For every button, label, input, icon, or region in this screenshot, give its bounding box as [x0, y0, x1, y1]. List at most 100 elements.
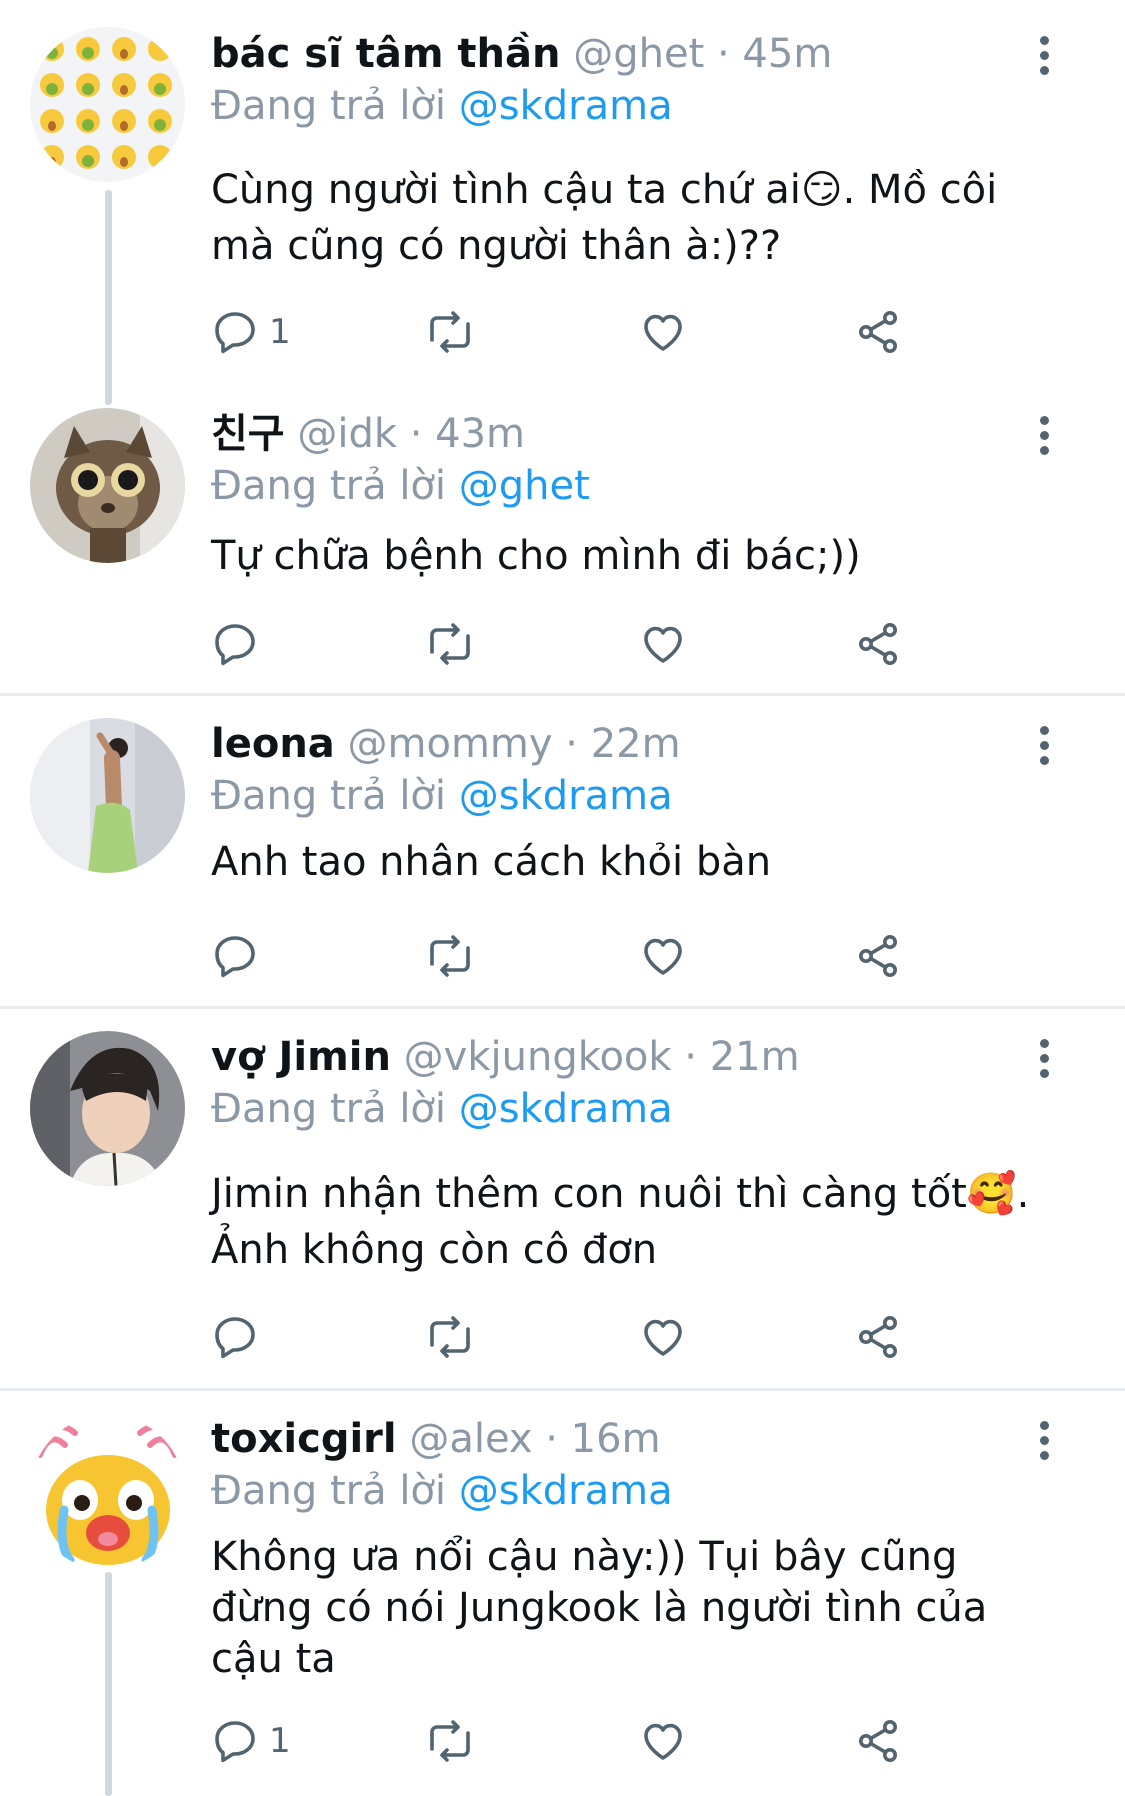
mention-link[interactable]: @ghet: [459, 463, 590, 509]
emoji-grid-avatar-icon: [30, 27, 185, 182]
like-button[interactable]: [639, 1711, 687, 1771]
cat-avatar-icon: [30, 408, 185, 563]
tweet-text: Tự chữa bệnh cho mình đi bác;)): [211, 528, 1051, 584]
replying-to: Đang trả lời @skdrama: [211, 1085, 673, 1133]
avatar[interactable]: [30, 27, 185, 182]
tweet-header: leona @mommy · 22m: [211, 720, 681, 768]
mention-link[interactable]: @skdrama: [459, 1086, 673, 1132]
tweet-text-line: Không ưa nổi cậu này:)) Tụi bây cũng: [211, 1534, 958, 1580]
share-button[interactable]: [854, 926, 902, 986]
timestamp[interactable]: · 21m: [684, 1034, 799, 1080]
like-button[interactable]: [639, 614, 687, 674]
tweet-header: vợ Jimin @vkjungkook · 21m: [211, 1033, 800, 1081]
retweet-button[interactable]: [424, 926, 476, 986]
username[interactable]: @mommy: [348, 721, 553, 767]
timestamp[interactable]: · 43m: [410, 411, 525, 457]
timestamp[interactable]: · 45m: [717, 31, 832, 77]
mention-link[interactable]: @skdrama: [459, 83, 673, 129]
share-button[interactable]: [854, 1307, 902, 1367]
like-button[interactable]: [639, 926, 687, 986]
retweet-icon: [430, 623, 470, 665]
heart-icon: [644, 314, 682, 351]
action-bar: [211, 926, 931, 986]
tweet[interactable]: toxicgirl @alex · 16m Đang trả lời @skdr…: [0, 1391, 1125, 1796]
tweet-text-line: Anh tao nhân cách khỏi bàn: [211, 839, 772, 885]
timestamp[interactable]: · 16m: [545, 1416, 660, 1462]
display-name[interactable]: leona: [211, 721, 335, 767]
man-portrait-avatar-icon: [30, 1031, 185, 1186]
mention-link[interactable]: @skdrama: [459, 773, 673, 819]
reply-button[interactable]: [211, 614, 269, 674]
share-button[interactable]: [854, 614, 902, 674]
tweet-text: Không ưa nổi cậu này:)) Tụi bây cũng đừn…: [211, 1532, 1051, 1685]
reply-icon: [215, 312, 255, 354]
retweet-icon: [430, 1720, 470, 1762]
replying-label: Đang trả lời: [211, 1086, 447, 1132]
share-button[interactable]: [854, 1711, 902, 1771]
heart-icon: [644, 1319, 682, 1356]
heart-icon: [644, 1723, 682, 1760]
avatar[interactable]: [30, 1031, 185, 1186]
username[interactable]: @ghet: [573, 31, 704, 77]
username[interactable]: @alex: [409, 1416, 532, 1462]
reply-button[interactable]: 1: [211, 302, 291, 362]
avatar[interactable]: [30, 718, 185, 873]
replying-label: Đang trả lời: [211, 463, 447, 509]
replying-label: Đang trả lời: [211, 773, 447, 819]
tweet-text-line: Tự chữa bệnh cho mình đi bác;)): [211, 533, 861, 579]
tweet[interactable]: bác sĩ tâm thần @ghet · 45m Đang trả lời…: [0, 0, 1125, 400]
action-bar: 1: [211, 1711, 931, 1771]
username[interactable]: @vkjungkook: [404, 1034, 672, 1080]
more-options-icon[interactable]: [1030, 1035, 1058, 1083]
reply-count: 1: [269, 1721, 291, 1761]
tweet-text: Anh tao nhân cách khỏi bàn: [211, 834, 1051, 890]
retweet-button[interactable]: [424, 614, 476, 674]
display-name[interactable]: vợ Jimin: [211, 1034, 391, 1080]
reply-button[interactable]: 1: [211, 1711, 291, 1771]
retweet-icon: [430, 1316, 470, 1358]
retweet-button[interactable]: [424, 302, 476, 362]
reply-button[interactable]: [211, 926, 269, 986]
tweet[interactable]: vợ Jimin @vkjungkook · 21m Đang trả lời …: [0, 1009, 1125, 1388]
mention-link[interactable]: @skdrama: [459, 1468, 673, 1514]
reply-icon: [215, 936, 255, 978]
username[interactable]: @idk: [297, 411, 397, 457]
replying-to: Đang trả lời @skdrama: [211, 772, 673, 820]
tweet-header: bác sĩ tâm thần @ghet · 45m: [211, 30, 832, 78]
tweet[interactable]: 친구 @idk · 43m Đang trả lời @ghet Tự chữa…: [0, 400, 1125, 693]
action-bar: 1: [211, 302, 931, 362]
tweet-header: toxicgirl @alex · 16m: [211, 1415, 661, 1463]
retweet-button[interactable]: [424, 1307, 476, 1367]
retweet-button[interactable]: [424, 1711, 476, 1771]
tweet-text-line: cậu ta: [211, 1636, 336, 1682]
more-options-icon[interactable]: [1030, 1417, 1058, 1465]
like-button[interactable]: [639, 302, 687, 362]
retweet-icon: [430, 935, 470, 977]
display-name[interactable]: bác sĩ tâm thần: [211, 31, 561, 77]
retweet-icon: [430, 311, 470, 353]
display-name[interactable]: 친구: [211, 411, 285, 457]
tweet-text-line: mà cũng có người thân à:)??: [211, 223, 782, 269]
replying-label: Đang trả lời: [211, 1468, 447, 1514]
reply-button[interactable]: [211, 1307, 269, 1367]
replying-label: Đang trả lời: [211, 83, 447, 129]
share-button[interactable]: [854, 302, 902, 362]
like-button[interactable]: [639, 1307, 687, 1367]
more-options-icon[interactable]: [1030, 722, 1058, 770]
tweet-text: Cùng người tình cậu ta chứ ai😏. Mồ côi m…: [211, 162, 1051, 274]
more-options-icon[interactable]: [1030, 412, 1058, 460]
tweet[interactable]: leona @mommy · 22m Đang trả lời @skdrama…: [0, 696, 1125, 1006]
replying-to: Đang trả lời @skdrama: [211, 82, 673, 130]
more-options-icon[interactable]: [1030, 32, 1058, 80]
reply-icon: [215, 1721, 255, 1763]
tweet-text: Jimin nhận thêm con nuôi thì càng tốt🥰. …: [211, 1166, 1051, 1278]
replying-to: Đang trả lời @skdrama: [211, 1467, 673, 1515]
display-name[interactable]: toxicgirl: [211, 1416, 397, 1462]
tweet-text-line: Cùng người tình cậu ta chứ ai😏. Mồ côi: [211, 167, 998, 213]
heart-icon: [644, 938, 682, 975]
timestamp[interactable]: · 22m: [565, 721, 680, 767]
tweet-text-line: đừng có nói Jungkook là người tình của: [211, 1585, 988, 1631]
avatar[interactable]: [30, 408, 185, 563]
reply-icon: [215, 1317, 255, 1359]
avatar[interactable]: [30, 1415, 185, 1570]
